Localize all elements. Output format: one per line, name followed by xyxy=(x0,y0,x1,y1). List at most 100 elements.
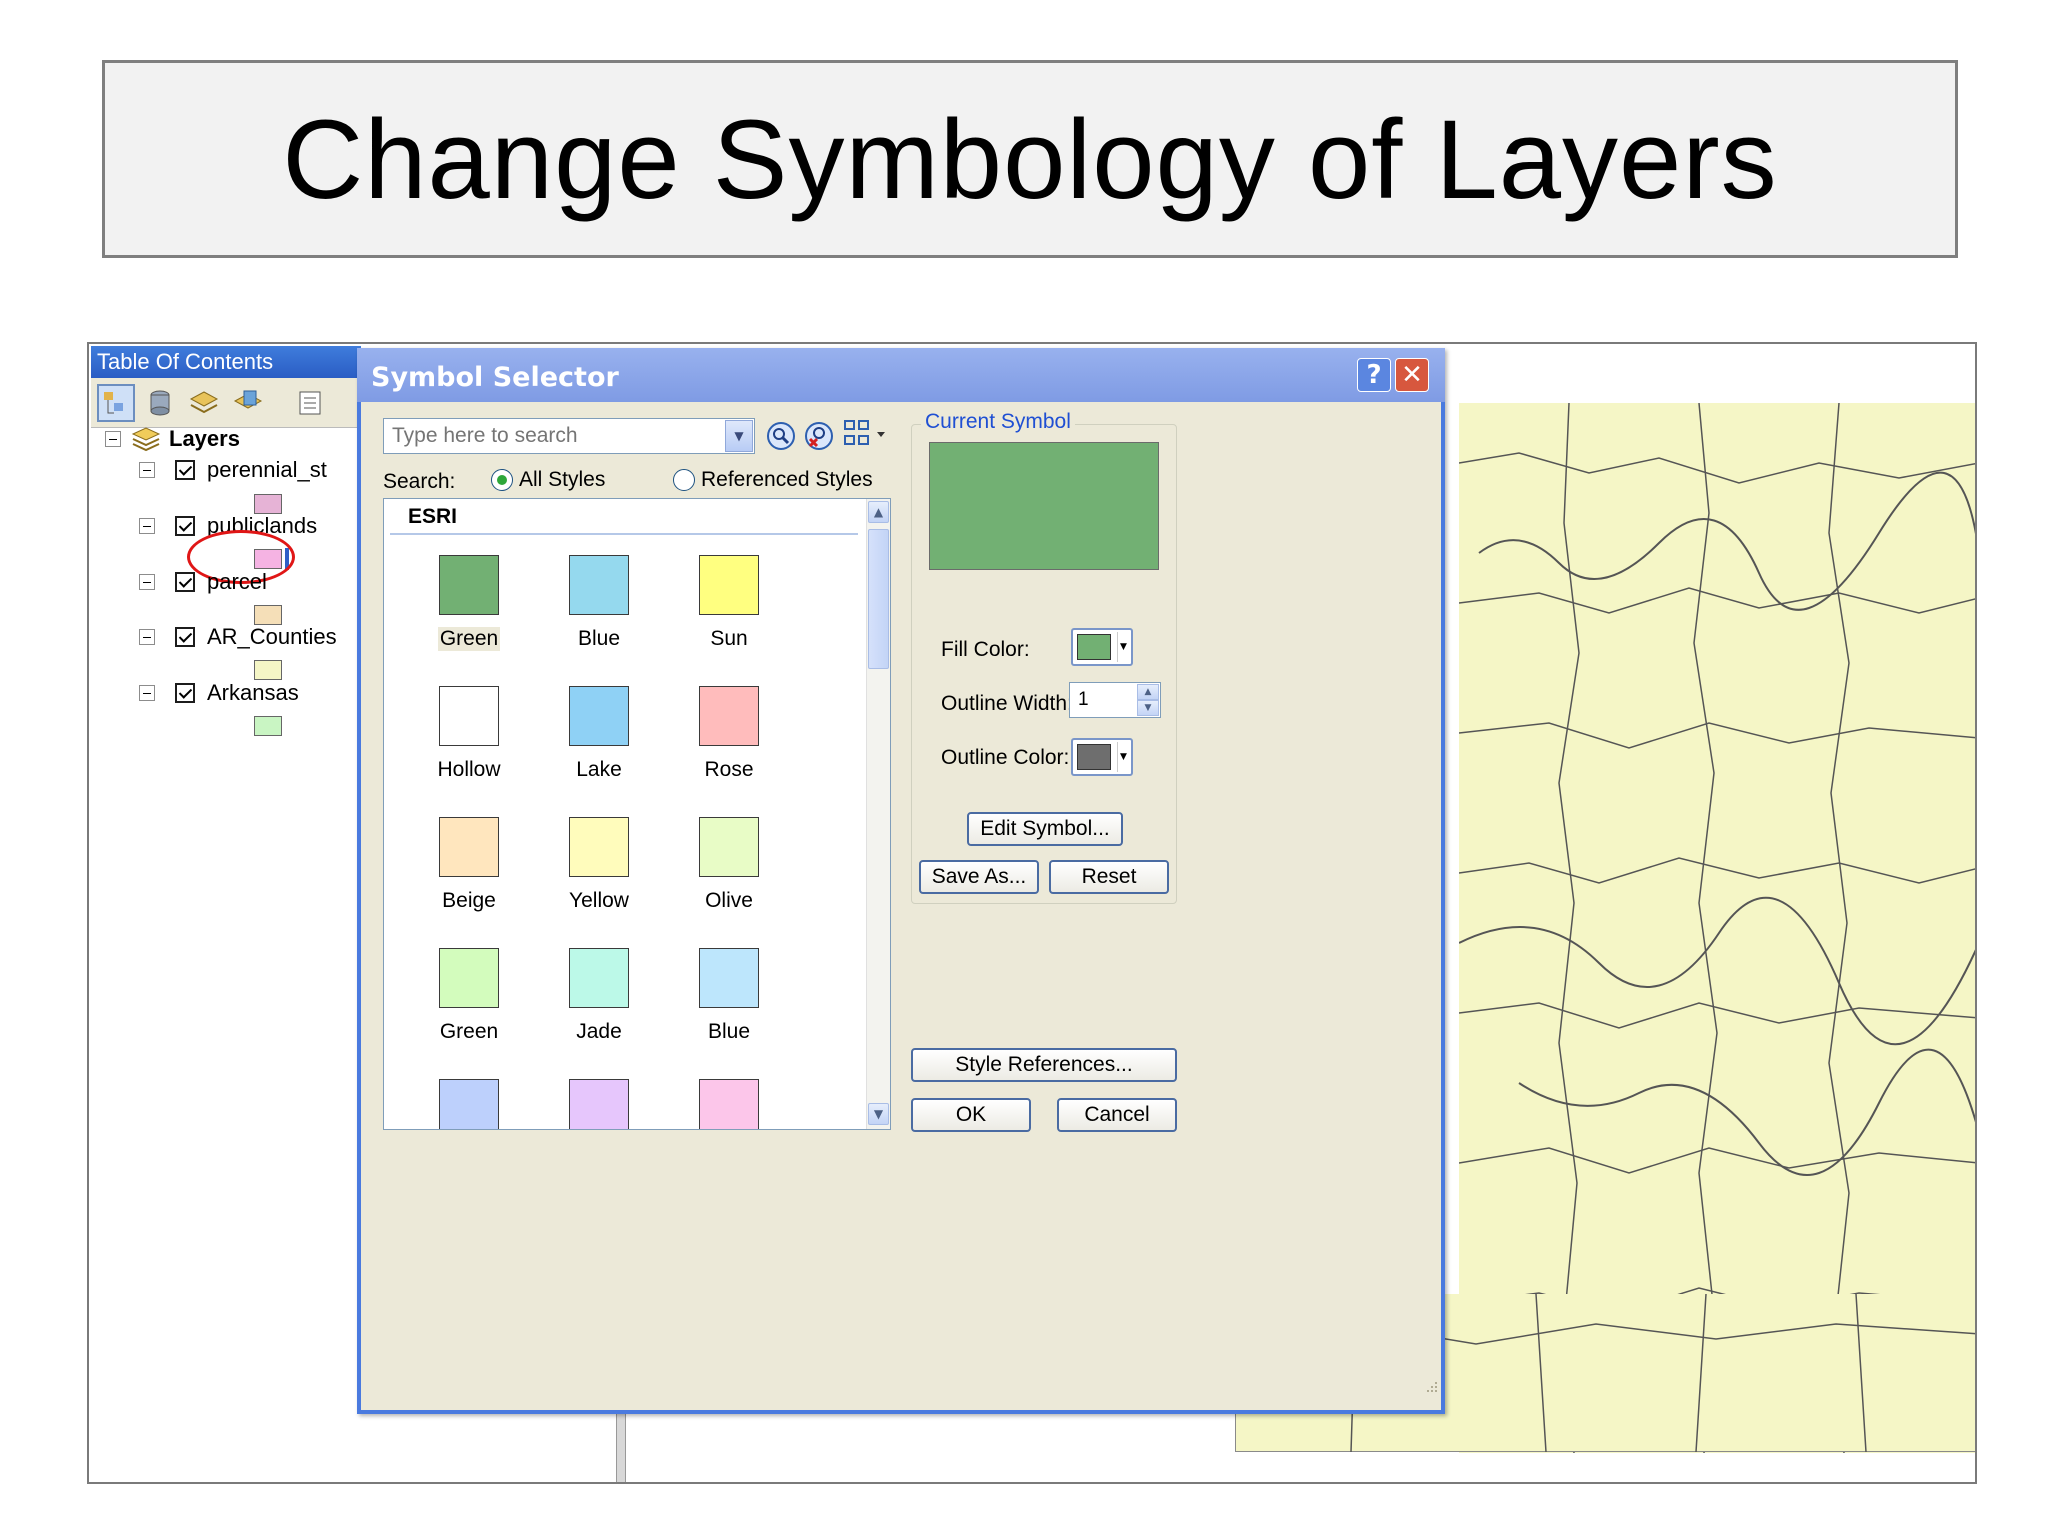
style-references-button[interactable]: Style References... xyxy=(911,1048,1177,1082)
symbol-item[interactable]: Sun xyxy=(664,555,794,651)
dialog-titlebar[interactable]: Symbol Selector ? ✕ xyxy=(357,348,1445,402)
list-by-visibility-icon[interactable] xyxy=(185,384,223,422)
arcmap-screenshot: Table Of Contents Layers perennial_st pu… xyxy=(87,342,1977,1484)
toc-layer-parcel[interactable]: parcel xyxy=(139,569,267,595)
symbol-swatch xyxy=(439,948,499,1008)
symbol-item[interactable] xyxy=(534,1079,664,1129)
gallery-scrollbar[interactable]: ▲ ▼ xyxy=(866,499,890,1129)
search-icon[interactable] xyxy=(763,418,799,454)
symbol-item[interactable]: Jade xyxy=(534,948,664,1044)
layer-visibility-checkbox[interactable] xyxy=(175,516,195,536)
current-symbol-preview xyxy=(929,442,1159,570)
symbol-label: Yellow xyxy=(569,889,629,912)
symbol-swatch xyxy=(439,1079,499,1129)
layer-collapse-icon[interactable] xyxy=(139,629,155,645)
spin-up-icon[interactable]: ▲ xyxy=(1137,684,1159,700)
dialog-title: Symbol Selector xyxy=(371,362,619,393)
outline-width-stepper[interactable]: ▲ ▼ xyxy=(1069,682,1161,718)
symbol-item[interactable]: Olive xyxy=(664,817,794,913)
list-by-selection-icon[interactable] xyxy=(229,384,267,422)
layer-collapse-icon[interactable] xyxy=(139,685,155,701)
options-icon[interactable] xyxy=(291,384,329,422)
layer-name: AR_Counties xyxy=(207,624,337,649)
symbol-item[interactable] xyxy=(664,1079,794,1129)
symbol-item[interactable]: Hollow xyxy=(404,686,534,782)
search-dropdown-arrow-icon[interactable]: ▼ xyxy=(725,420,753,452)
fill-color-button[interactable]: ▼ xyxy=(1071,628,1133,666)
save-as-button[interactable]: Save As... xyxy=(919,860,1039,894)
symbol-item[interactable]: Lake xyxy=(534,686,664,782)
cancel-button[interactable]: Cancel xyxy=(1057,1098,1177,1132)
layer-name: perennial_st xyxy=(207,457,327,482)
layer-visibility-checkbox[interactable] xyxy=(175,460,195,480)
symbol-item[interactable]: Green xyxy=(404,948,534,1044)
referenced-styles-label: Referenced Styles xyxy=(701,468,873,491)
outline-color-dropdown-icon: ▼ xyxy=(1117,742,1129,772)
fill-color-swatch xyxy=(1077,634,1111,660)
radio-selected-icon[interactable] xyxy=(491,469,513,492)
view-options-icon[interactable] xyxy=(841,416,891,452)
outline-width-input[interactable] xyxy=(1070,683,1134,717)
outline-width-label: Outline Width: xyxy=(941,692,1073,715)
symbol-label: Green xyxy=(437,627,501,651)
toc-layer-arkansas[interactable]: Arkansas xyxy=(139,680,299,706)
layer-visibility-checkbox[interactable] xyxy=(175,572,195,592)
symbol-swatch xyxy=(569,686,629,746)
symbol-item[interactable]: Blue xyxy=(664,948,794,1044)
layer-collapse-icon[interactable] xyxy=(139,462,155,478)
symbol-item[interactable]: Green xyxy=(404,555,534,651)
ok-button[interactable]: OK xyxy=(911,1098,1031,1132)
layer-visibility-checkbox[interactable] xyxy=(175,627,195,647)
help-button[interactable]: ? xyxy=(1357,358,1391,392)
symbol-gallery[interactable]: ESRI Green Blue Sun Hollow Lake Rose Beige Yell… xyxy=(383,498,891,1130)
symbol-swatch xyxy=(569,1079,629,1129)
symbol-swatch xyxy=(439,817,499,877)
reset-button[interactable]: Reset xyxy=(1049,860,1169,894)
scroll-up-icon[interactable]: ▲ xyxy=(868,501,889,523)
symbol-swatch xyxy=(699,555,759,615)
outline-color-button[interactable]: ▼ xyxy=(1071,738,1133,776)
all-styles-radio[interactable]: All Styles xyxy=(491,468,605,492)
layer-visibility-checkbox[interactable] xyxy=(175,683,195,703)
symbol-label: Sun xyxy=(710,627,748,650)
layer-symbol-swatch[interactable] xyxy=(254,494,282,514)
scroll-down-icon[interactable]: ▼ xyxy=(868,1103,889,1125)
layers-collapse-icon[interactable] xyxy=(105,431,121,447)
layer-collapse-icon[interactable] xyxy=(139,518,155,534)
scroll-thumb[interactable] xyxy=(868,529,889,669)
symbol-item[interactable]: Rose xyxy=(664,686,794,782)
list-by-source-icon[interactable] xyxy=(141,384,179,422)
list-by-drawing-order-icon[interactable] xyxy=(97,384,135,422)
fill-color-dropdown-icon: ▼ xyxy=(1117,632,1129,662)
layers-root[interactable]: Layers xyxy=(105,426,240,452)
symbol-swatch xyxy=(699,1079,759,1129)
edit-symbol-button[interactable]: Edit Symbol... xyxy=(967,812,1123,846)
symbol-item[interactable] xyxy=(404,1079,534,1129)
layer-collapse-icon[interactable] xyxy=(139,574,155,590)
toc-layer-perennial[interactable]: perennial_st xyxy=(139,457,327,483)
close-button[interactable]: ✕ xyxy=(1395,358,1429,392)
layer-symbol-swatch[interactable] xyxy=(254,605,282,625)
slide-title-box: Change Symbology of Layers xyxy=(102,60,1958,258)
layer-symbol-swatch[interactable] xyxy=(254,716,282,736)
fill-color-label: Fill Color: xyxy=(941,638,1030,661)
toc-layer-ar-counties[interactable]: AR_Counties xyxy=(139,624,337,650)
spin-down-icon[interactable]: ▼ xyxy=(1137,700,1159,716)
radio-unselected-icon[interactable] xyxy=(673,469,695,492)
search-combobox[interactable]: ▼ xyxy=(383,418,755,454)
gallery-header: ESRI xyxy=(390,505,858,535)
symbol-item[interactable]: Blue xyxy=(534,555,664,651)
clear-search-icon[interactable] xyxy=(801,418,837,454)
resize-grip-icon[interactable] xyxy=(1423,1380,1439,1396)
map-top-strip xyxy=(1459,344,1975,404)
referenced-styles-radio[interactable]: Referenced Styles xyxy=(673,468,873,492)
layer-symbol-swatch[interactable] xyxy=(254,660,282,680)
symbol-swatch xyxy=(439,555,499,615)
symbol-swatch xyxy=(699,686,759,746)
symbol-item[interactable]: Beige xyxy=(404,817,534,913)
current-symbol-label: Current Symbol xyxy=(921,410,1075,434)
symbol-label: Rose xyxy=(704,758,754,781)
symbol-item[interactable]: Yellow xyxy=(534,817,664,913)
search-input[interactable] xyxy=(384,419,724,453)
layer-name: parcel xyxy=(207,569,267,594)
